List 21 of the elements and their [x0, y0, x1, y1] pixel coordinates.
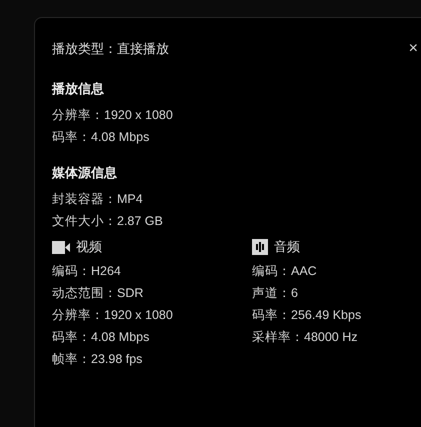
video-camera-icon [52, 240, 70, 254]
info-line: 文件大小：2.87 GB [52, 213, 164, 230]
info-line: 分辨率：1920 x 1080 [52, 107, 174, 124]
info-line: 封装容器：MP4 [52, 191, 144, 208]
info-line: 帧率：23.98 fps [52, 351, 144, 368]
info-line: 码率：4.08 Mbps [52, 129, 150, 146]
dialog-title: 播放类型：直接播放 [52, 40, 169, 58]
stream-heading: 视频 [76, 238, 102, 256]
info-line: 编码：H264 [52, 263, 122, 280]
close-button[interactable]: × [404, 40, 421, 58]
section-heading: 媒体源信息 [52, 164, 118, 182]
info-line: 编码：AAC [252, 263, 318, 280]
info-line: 动态范围：SDR [52, 285, 144, 302]
info-line: 采样率：48000 Hz [252, 329, 359, 346]
info-line: 分辨率：1920 x 1080 [52, 307, 174, 324]
section-heading: 播放信息 [52, 80, 105, 98]
info-line: 码率：256.49 Kbps [252, 307, 362, 324]
info-line: 声道：6 [252, 285, 299, 302]
audio-wave-icon [252, 239, 268, 255]
info-line: 码率：4.08 Mbps [52, 329, 150, 346]
stream-heading: 音频 [274, 238, 300, 256]
